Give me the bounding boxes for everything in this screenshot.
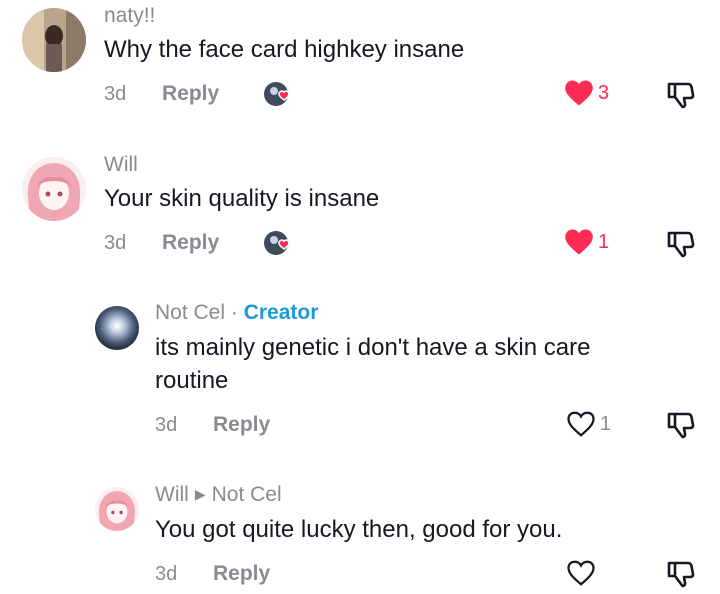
like-count: 1: [600, 412, 612, 435]
comment-timestamp: 3d: [155, 563, 178, 585]
comment-timestamp: 3d: [104, 232, 127, 254]
like-button[interactable]: 3: [564, 78, 609, 108]
dislike-icon: [667, 82, 695, 109]
reply-button[interactable]: Reply: [162, 231, 219, 255]
avatar[interactable]: [95, 487, 139, 531]
reply-button[interactable]: Reply: [162, 82, 219, 106]
reply-to-username[interactable]: Not Cel: [212, 483, 282, 506]
comment-username-line: Will ▶ Not Cel: [155, 483, 282, 507]
separator: ·: [225, 301, 244, 324]
creator-liked-icon: [262, 78, 294, 110]
comment-timestamp: 3d: [155, 414, 178, 436]
dislike-button[interactable]: [666, 559, 696, 589]
like-count: 1: [598, 230, 610, 253]
reply-button[interactable]: Reply: [213, 562, 270, 586]
comment-text: its mainly genetic i don't have a skin c…: [155, 331, 590, 397]
comment-timestamp: 3d: [104, 83, 127, 105]
avatar[interactable]: [22, 8, 86, 72]
dislike-icon: [667, 231, 695, 258]
heart-outline-icon: [567, 560, 595, 586]
avatar[interactable]: [22, 157, 86, 221]
avatar[interactable]: [95, 306, 139, 350]
like-button[interactable]: 1: [566, 409, 611, 439]
creator-badge: Creator: [243, 301, 319, 324]
dislike-button[interactable]: [666, 410, 696, 440]
comment-text-line: routine: [155, 367, 229, 394]
like-button[interactable]: [566, 558, 596, 588]
dislike-button[interactable]: [666, 80, 696, 110]
dislike-icon: [667, 412, 695, 439]
comment-username[interactable]: naty!!: [104, 4, 155, 28]
comment-username[interactable]: Will: [104, 153, 138, 177]
heart-outline-icon: [567, 411, 595, 437]
comment-text: Your skin quality is insane: [104, 185, 380, 212]
dislike-button[interactable]: [666, 229, 696, 259]
comment-text: Why the face card highkey insane: [104, 36, 465, 63]
creator-liked-icon: [262, 227, 294, 259]
reply-button[interactable]: Reply: [213, 413, 270, 437]
comment-username-line: Not Cel · Creator: [155, 301, 318, 325]
heart-icon: [565, 80, 593, 106]
comment-username[interactable]: Not Cel: [155, 301, 225, 324]
dislike-icon: [667, 561, 695, 588]
like-count: 3: [598, 81, 610, 104]
heart-icon: [565, 229, 593, 255]
comment-username[interactable]: Will: [155, 483, 189, 506]
comment-text-line: its mainly genetic i don't have a skin c…: [155, 334, 591, 361]
reply-arrow-icon: ▶: [194, 486, 206, 502]
like-button[interactable]: 1: [564, 227, 609, 257]
comment-text: You got quite lucky then, good for you.: [155, 516, 563, 543]
